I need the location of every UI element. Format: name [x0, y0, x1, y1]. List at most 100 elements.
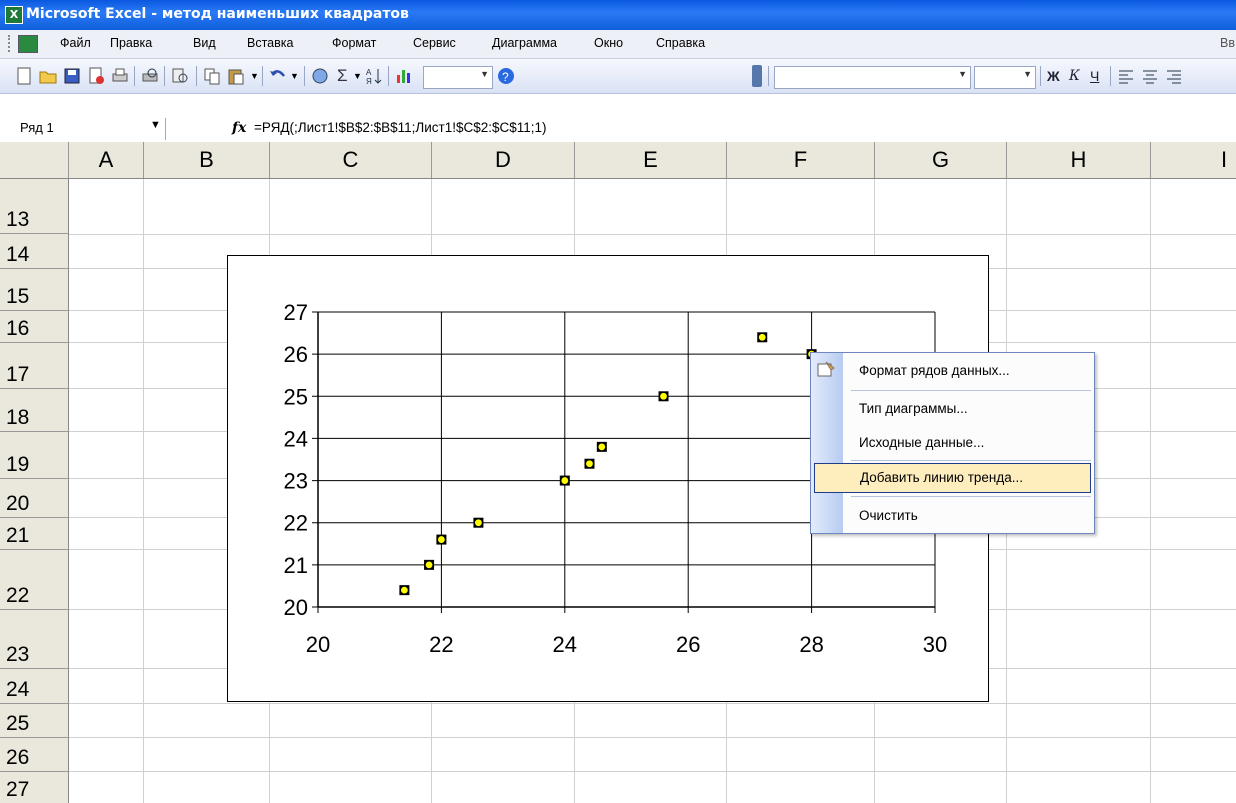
print-icon[interactable] [110, 66, 130, 86]
save-icon[interactable] [62, 66, 82, 86]
data-point[interactable] [437, 535, 446, 544]
y-tick-label: 25 [284, 384, 308, 409]
data-point[interactable] [424, 560, 434, 570]
row-header-19[interactable]: 19 [0, 432, 69, 479]
row-header-27[interactable]: 27 [0, 772, 69, 803]
row-header-26[interactable]: 26 [0, 738, 69, 772]
row-header-14[interactable]: 14 [0, 234, 69, 269]
name-box[interactable]: Ряд 1 ▼ [0, 118, 166, 140]
select-all-corner[interactable] [0, 142, 69, 178]
new-icon[interactable] [14, 66, 34, 86]
menu-tools[interactable]: Сервис [413, 36, 456, 50]
svg-text:Я: Я [366, 77, 372, 86]
data-point[interactable] [560, 476, 569, 485]
help-icon[interactable]: ? [496, 66, 516, 86]
context-menu-item-clear[interactable]: Очистить [814, 502, 1089, 530]
data-point[interactable] [474, 518, 483, 527]
zoom-combo[interactable]: ▼ [423, 66, 493, 89]
toolbar-options-icon[interactable] [752, 65, 762, 87]
open-icon[interactable] [38, 66, 58, 86]
chart-wizard-icon[interactable] [394, 66, 414, 86]
data-point[interactable] [585, 459, 594, 468]
row-header-25[interactable]: 25 [0, 704, 69, 738]
column-headers: A B C D E F G H I [0, 142, 1236, 179]
font-size-combo[interactable]: ▼ [974, 66, 1036, 89]
y-tick-label: 26 [284, 342, 308, 367]
italic-icon[interactable]: К [1069, 68, 1080, 84]
row-header-17[interactable]: 17 [0, 343, 69, 389]
menu-chart[interactable]: Диаграмма [492, 36, 557, 50]
row-header-22[interactable]: 22 [0, 550, 69, 610]
menu-question-box[interactable]: Вв [1220, 36, 1235, 50]
column-header-d[interactable]: D [432, 142, 575, 178]
y-tick-label: 24 [284, 426, 308, 451]
row-header-24[interactable]: 24 [0, 669, 69, 704]
print-preview-icon[interactable] [140, 66, 160, 86]
column-header-i[interactable]: I [1151, 142, 1236, 178]
row-header-21[interactable]: 21 [0, 518, 69, 550]
data-point[interactable] [659, 392, 668, 401]
column-header-a[interactable]: A [69, 142, 144, 178]
column-header-i-label: I [1221, 147, 1228, 172]
column-header-c[interactable]: C [270, 142, 432, 178]
svg-text:А: А [366, 68, 372, 77]
name-box-dropdown-icon[interactable]: ▼ [150, 119, 161, 131]
font-name-combo[interactable]: ▼ [774, 66, 971, 89]
row-header-18[interactable]: 18 [0, 389, 69, 432]
x-tick-label: 26 [676, 632, 700, 657]
menu-help[interactable]: Справка [656, 36, 705, 50]
column-header-f[interactable]: F [727, 142, 875, 178]
align-center-icon[interactable] [1140, 66, 1160, 86]
y-tick-label: 27 [284, 300, 308, 325]
svg-text:?: ? [502, 70, 509, 84]
align-left-icon[interactable] [1116, 66, 1136, 86]
row-header-15[interactable]: 15 [0, 269, 69, 311]
toolbar-gap [0, 94, 1236, 117]
menu-grip-icon[interactable] [8, 35, 13, 52]
context-menu-item-format-series[interactable]: Формат рядов данных... [814, 357, 1089, 385]
row-header-16[interactable]: 16 [0, 311, 69, 343]
y-tick-label: 23 [284, 469, 308, 494]
column-header-b[interactable]: B [144, 142, 270, 178]
autosum-dropdown-icon[interactable]: ▼ [353, 71, 362, 81]
formula-input[interactable]: =РЯД(;Лист1!$B$2:$B$11;Лист1!$C$2:$C$11;… [254, 120, 547, 135]
hyperlink-icon[interactable] [310, 66, 330, 86]
menu-insert[interactable]: Вставка [247, 36, 293, 50]
sort-ascending-icon[interactable]: АЯ [364, 66, 384, 86]
undo-dropdown-icon[interactable]: ▼ [290, 71, 299, 81]
research-icon[interactable] [170, 66, 190, 86]
row-header-13[interactable]: 13 [0, 179, 69, 234]
context-menu-item-source-data[interactable]: Исходные данные... [814, 429, 1089, 457]
formula-bar [0, 117, 1236, 143]
context-menu-item-add-trendline[interactable]: Добавить линию тренда... [814, 463, 1091, 493]
data-point[interactable] [597, 442, 607, 452]
permission-icon[interactable] [86, 66, 106, 86]
data-point[interactable] [400, 585, 409, 595]
name-box-value: Ряд 1 [20, 120, 54, 135]
menu-window[interactable]: Окно [594, 36, 623, 50]
data-point[interactable] [758, 333, 767, 342]
paste-dropdown-icon[interactable]: ▼ [250, 71, 259, 81]
workbook-icon[interactable] [18, 35, 38, 53]
row-header-20[interactable]: 20 [0, 479, 69, 518]
column-header-g[interactable]: G [875, 142, 1007, 178]
menu-format[interactable]: Формат [332, 36, 376, 50]
column-header-h[interactable]: H [1007, 142, 1151, 178]
y-tick-label: 20 [284, 595, 308, 620]
copy-icon[interactable] [202, 66, 222, 86]
autosum-icon[interactable]: Σ [337, 66, 348, 86]
fx-icon[interactable]: fx [232, 120, 246, 136]
underline-icon[interactable]: Ч [1090, 68, 1099, 84]
context-menu-item-chart-type[interactable]: Тип диаграммы... [814, 395, 1089, 423]
excel-app-icon: X [5, 6, 23, 24]
menu-view[interactable]: Вид [193, 36, 216, 50]
menu-edit[interactable]: Правка [110, 36, 152, 50]
y-tick-label: 21 [284, 553, 308, 578]
column-header-e[interactable]: E [575, 142, 727, 178]
undo-icon[interactable] [268, 66, 288, 86]
menu-file[interactable]: Файл [60, 36, 91, 50]
row-header-23[interactable]: 23 [0, 610, 69, 669]
bold-icon[interactable]: Ж [1047, 68, 1060, 84]
paste-icon[interactable] [226, 66, 246, 86]
align-right-icon[interactable] [1164, 66, 1184, 86]
